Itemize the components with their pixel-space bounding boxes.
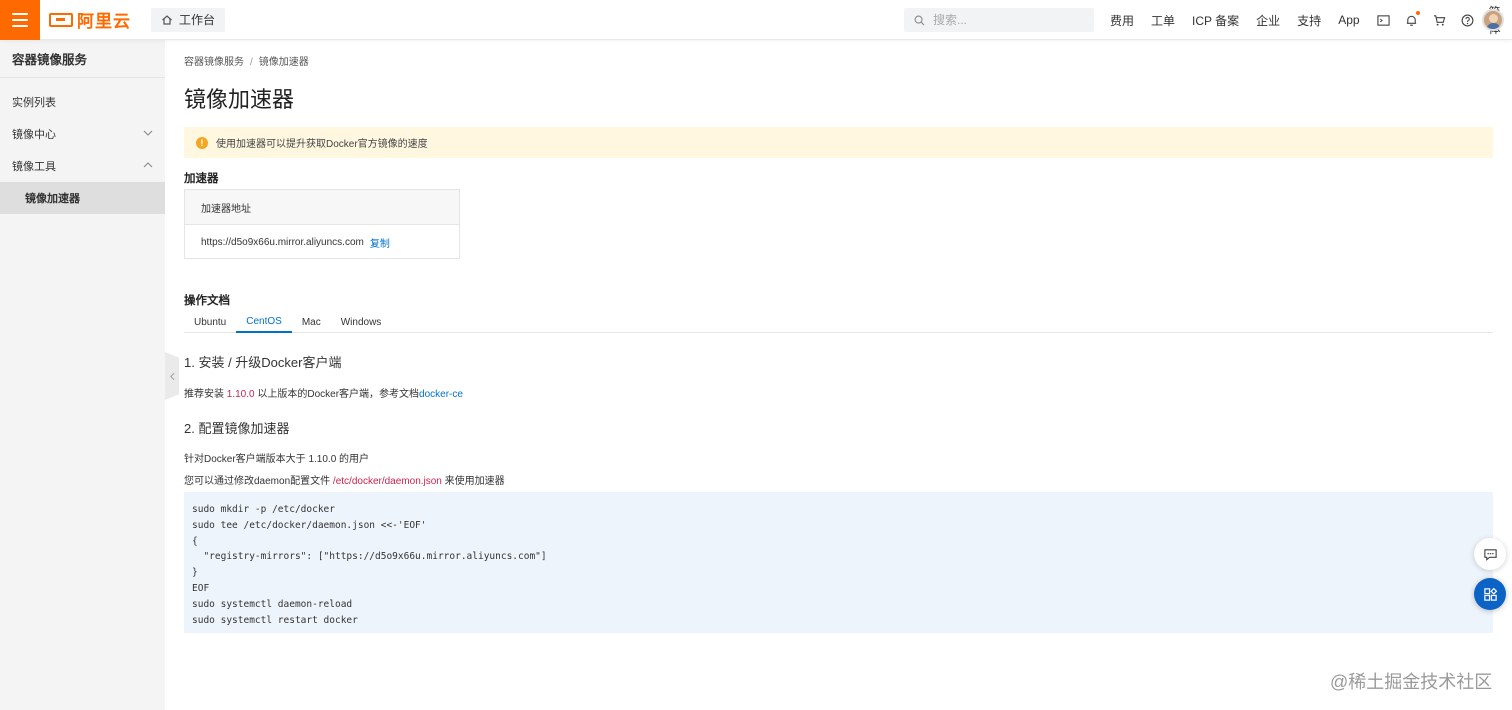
aliyun-logo-icon: [49, 12, 73, 27]
sidebar-item-image-tools[interactable]: 镜像工具: [0, 150, 165, 182]
notice-banner: ! 使用加速器可以提升获取Docker官方镜像的速度: [184, 127, 1493, 158]
step2-text1: 针对Docker客户端版本大于 1.10.0 的用户: [184, 454, 370, 465]
bell-icon[interactable]: [1405, 11, 1420, 27]
sidebar-item-image-center[interactable]: 镜像中心: [0, 118, 165, 150]
sidebar-subitem-mirror-accelerator[interactable]: 镜像加速器: [0, 182, 165, 214]
chevron-down-icon: [143, 130, 153, 136]
cart-icon[interactable]: [1433, 13, 1446, 27]
workbench-label: 工作台: [179, 13, 216, 27]
step2-title: 2. 配置镜像加速器: [184, 421, 290, 436]
tab-ubuntu[interactable]: Ubuntu: [184, 312, 236, 333]
step1-title: 1. 安装 / 升级Docker客户端: [184, 355, 342, 370]
step1-text-a: 推荐安装: [184, 389, 227, 400]
search-icon: [914, 15, 925, 25]
step1-text: 推荐安装 1.10.0 以上版本的Docker客户端，参考文档docker-ce: [184, 385, 463, 400]
notice-text: 使用加速器可以提升获取Docker官方镜像的速度: [216, 139, 428, 150]
search-input[interactable]: [933, 13, 1083, 27]
sidebar-subitem-label: 镜像加速器: [25, 193, 80, 205]
sidebar-item-instances[interactable]: 实例列表: [0, 86, 165, 118]
chevron-up-icon: [143, 162, 153, 168]
step2-text2-b: 来使用加速器: [441, 476, 505, 487]
nav-tickets[interactable]: 工单: [1151, 12, 1175, 29]
sidebar-title: 容器镜像服务: [0, 40, 165, 78]
step2-text2: 您可以通过修改daemon配置文件 /etc/docker/daemon.jso…: [184, 472, 505, 487]
step1-version: 1.10.0: [226, 389, 255, 400]
brand-name: 阿里云: [77, 12, 131, 31]
workbench-button[interactable]: 工作台: [151, 7, 226, 32]
tab-mac[interactable]: Mac: [292, 312, 331, 333]
sidebar: 容器镜像服务 实例列表 镜像中心 镜像工具 镜像加速器: [0, 40, 165, 710]
user-avatar[interactable]: [1482, 9, 1504, 31]
accelerator-heading: 加速器: [184, 173, 219, 185]
tab-windows[interactable]: Windows: [331, 312, 392, 333]
sidebar-item-label: 镜像中心: [12, 129, 56, 141]
watermark: @稀土掘金技术社区: [1330, 672, 1493, 692]
os-tabs: Ubuntu CentOS Mac Windows: [184, 312, 1493, 333]
warning-icon: !: [196, 136, 208, 149]
accelerator-row: https://d5o9x66u.mirror.aliyuncs.com 复制: [185, 225, 459, 259]
step1-text-b: 以上版本的Docker客户端，参考文档: [254, 389, 420, 400]
nav-app[interactable]: App: [1338, 13, 1359, 27]
top-nav: 费用 工单 ICP 备案 企业 支持 App 简体: [1110, 0, 1512, 40]
code-block[interactable]: sudo mkdir -p /etc/docker sudo tee /etc/…: [184, 492, 1493, 633]
nav-icp[interactable]: ICP 备案: [1192, 12, 1239, 29]
help-icon[interactable]: [1461, 13, 1474, 27]
sidebar-collapse-handle[interactable]: [165, 352, 179, 400]
breadcrumb: 容器镜像服务 / 镜像加速器: [184, 57, 309, 68]
search-box[interactable]: [904, 8, 1094, 32]
daemon-json-path: /etc/docker/daemon.json: [332, 476, 442, 487]
accelerator-url: https://d5o9x66u.mirror.aliyuncs.com: [201, 236, 364, 248]
docs-heading: 操作文档: [184, 295, 230, 307]
nav-enterprise[interactable]: 企业: [1256, 12, 1280, 29]
breadcrumb-item[interactable]: 容器镜像服务: [184, 57, 244, 68]
accelerator-table: 加速器地址 https://d5o9x66u.mirror.aliyuncs.c…: [184, 189, 460, 259]
chevron-left-icon: [169, 372, 174, 380]
chat-feedback-icon[interactable]: [1474, 538, 1506, 570]
apps-grid-icon[interactable]: [1474, 578, 1506, 610]
docker-ce-link[interactable]: docker-ce: [419, 389, 463, 400]
nav-fees[interactable]: 费用: [1110, 12, 1134, 29]
logo[interactable]: 阿里云: [49, 0, 131, 40]
accelerator-column-header: 加速器地址: [185, 190, 459, 225]
notification-dot: [1415, 11, 1420, 15]
home-icon: [162, 14, 172, 25]
hamburger-menu-icon[interactable]: [0, 0, 40, 40]
nav-support[interactable]: 支持: [1297, 12, 1321, 29]
terminal-icon[interactable]: [1376, 13, 1390, 27]
page-title: 镜像加速器: [184, 87, 295, 112]
step2-text2-a: 您可以通过修改daemon配置文件: [184, 476, 333, 487]
tab-centos[interactable]: CentOS: [236, 312, 292, 333]
sidebar-item-label: 实例列表: [12, 97, 56, 109]
breadcrumb-current: 镜像加速器: [258, 57, 309, 68]
copy-button[interactable]: 复制: [370, 235, 390, 250]
sidebar-item-label: 镜像工具: [12, 161, 56, 173]
